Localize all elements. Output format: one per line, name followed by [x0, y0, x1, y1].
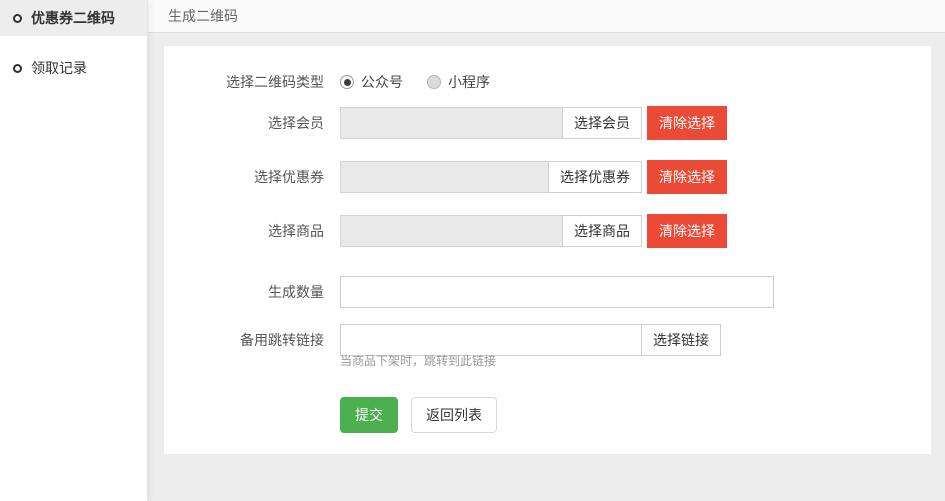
member-row: 选择会员 选择会员 清除选择	[164, 106, 931, 140]
link-select-button[interactable]: 选择链接	[641, 324, 721, 356]
product-row: 选择商品 选择商品 清除选择	[164, 214, 931, 248]
coupon-input[interactable]	[340, 161, 549, 193]
product-input-group: 选择商品	[340, 215, 642, 247]
main-area: 生成二维码 选择二维码类型 公众号 小程序 选择会员 选	[148, 0, 945, 501]
sidebar-item-label: 优惠券二维码	[31, 8, 115, 28]
field-label: 备用跳转链接	[164, 330, 340, 350]
sidebar-item-coupon-qrcode[interactable]: 优惠券二维码	[0, 0, 147, 36]
coupon-clear-button[interactable]: 清除选择	[647, 160, 727, 194]
member-input-group: 选择会员	[340, 107, 642, 139]
app-window: 优惠券二维码 领取记录 生成二维码 选择二维码类型 公众号 小程序	[0, 0, 945, 501]
form-card: 选择二维码类型 公众号 小程序 选择会员 选择会员 清除选择	[164, 46, 931, 454]
circle-icon	[13, 64, 22, 73]
page-title: 生成二维码	[168, 6, 238, 26]
field-label: 生成数量	[164, 282, 340, 302]
field-label: 选择二维码类型	[164, 72, 340, 92]
radio-option-official[interactable]: 公众号	[340, 72, 403, 92]
product-clear-button[interactable]: 清除选择	[647, 214, 727, 248]
topbar: 生成二维码	[148, 0, 945, 33]
back-to-list-button[interactable]: 返回列表	[411, 397, 497, 433]
sidebar-item-label: 领取记录	[31, 58, 87, 78]
member-clear-button[interactable]: 清除选择	[647, 106, 727, 140]
coupon-input-group: 选择优惠券	[340, 161, 642, 193]
circle-icon	[13, 14, 22, 23]
radio-option-label: 公众号	[361, 72, 403, 92]
field-label: 选择会员	[164, 113, 340, 133]
quantity-row: 生成数量	[164, 276, 931, 308]
qr-type-row: 选择二维码类型 公众号 小程序	[164, 72, 931, 92]
quantity-input[interactable]	[340, 276, 774, 308]
field-label: 选择商品	[164, 221, 340, 241]
field-label: 选择优惠券	[164, 167, 340, 187]
member-select-button[interactable]: 选择会员	[562, 107, 642, 139]
coupon-row: 选择优惠券 选择优惠券 清除选择	[164, 160, 931, 194]
product-input[interactable]	[340, 215, 563, 247]
radio-unchecked-icon[interactable]	[427, 75, 441, 89]
submit-button[interactable]: 提交	[340, 397, 398, 433]
sidebar: 优惠券二维码 领取记录	[0, 0, 148, 501]
sidebar-item-claim-records[interactable]: 领取记录	[0, 50, 147, 86]
coupon-select-button[interactable]: 选择优惠券	[548, 161, 642, 193]
actions-row: 提交 返回列表	[164, 397, 931, 433]
product-select-button[interactable]: 选择商品	[562, 215, 642, 247]
member-input[interactable]	[340, 107, 563, 139]
radio-option-label: 小程序	[448, 72, 490, 92]
radio-option-miniprogram[interactable]: 小程序	[427, 72, 490, 92]
radio-checked-icon[interactable]	[340, 75, 354, 89]
link-hint: 当商品下架时，跳转到此链接	[340, 352, 496, 369]
